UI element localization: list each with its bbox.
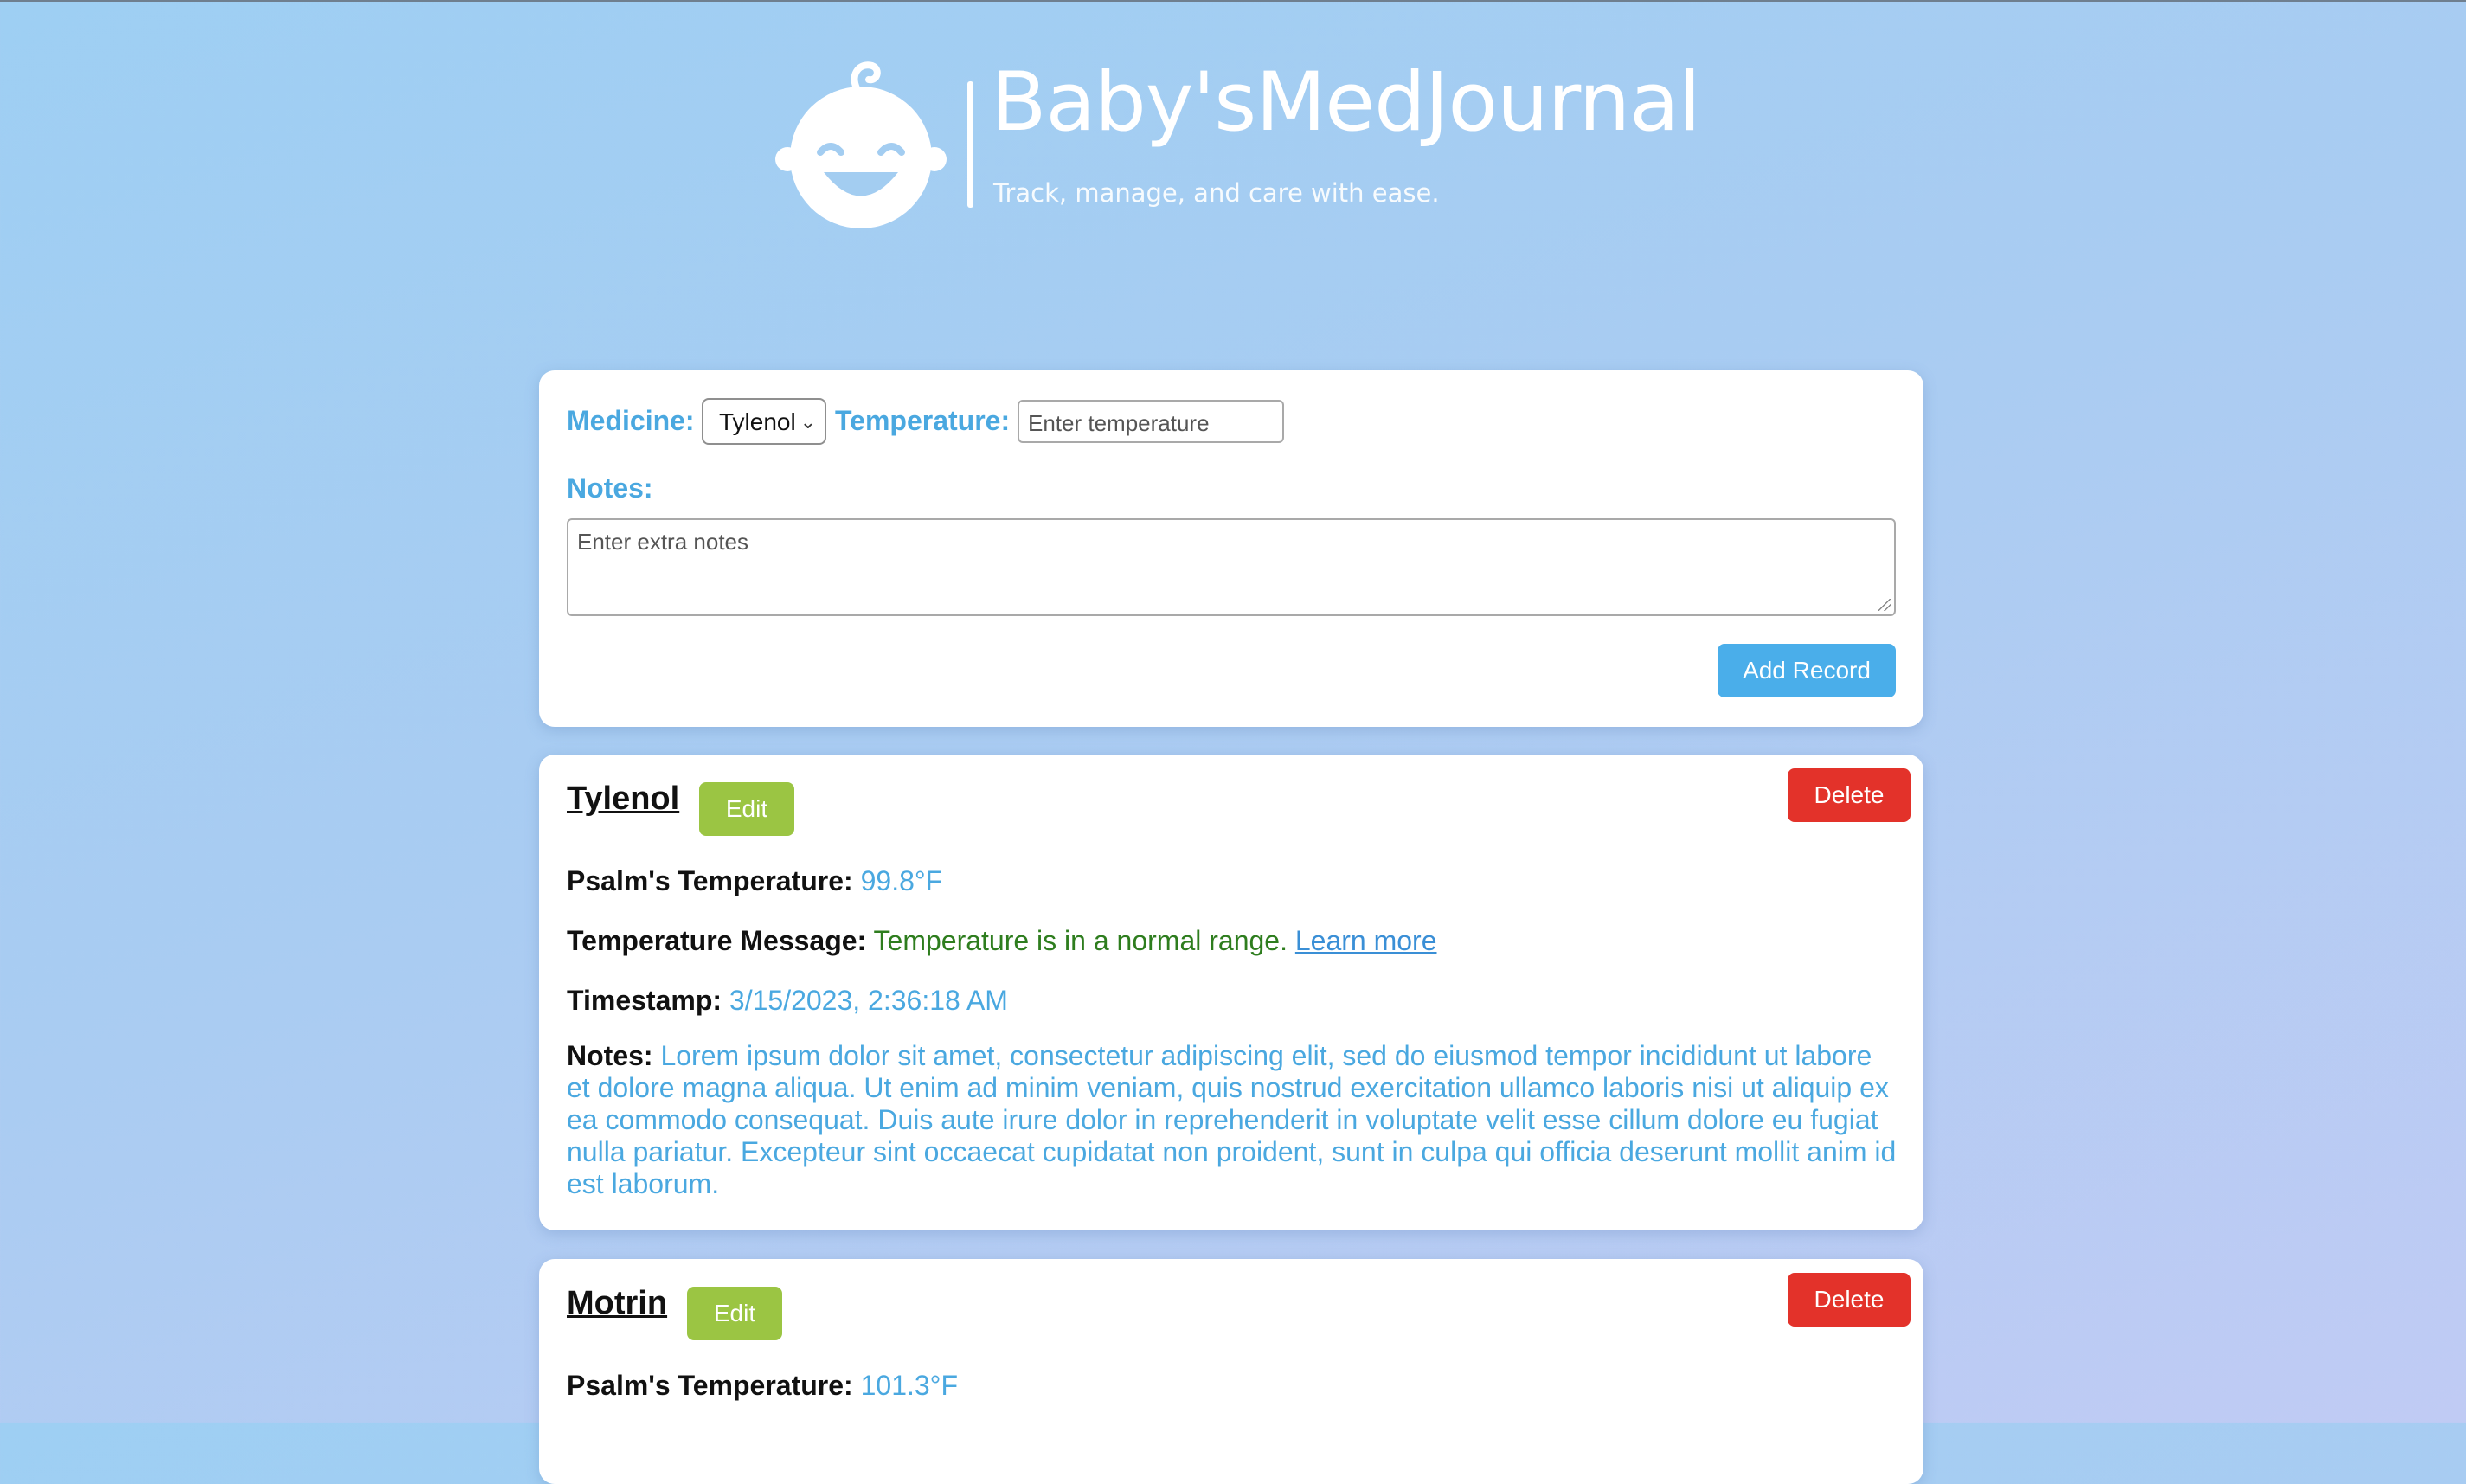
baby-face-icon bbox=[775, 61, 947, 228]
brand-title: Baby'sMedJournal bbox=[991, 55, 1701, 150]
medicine-select[interactable]: Tylenol ⌄ bbox=[702, 398, 826, 445]
brand-tagline: Track, manage, and care with ease. bbox=[993, 178, 1440, 208]
delete-button[interactable]: Delete bbox=[1788, 768, 1911, 822]
notes-label: Notes: bbox=[567, 472, 653, 504]
add-record-button[interactable]: Add Record bbox=[1718, 644, 1896, 697]
timestamp-value: 3/15/2023, 2:36:18 AM bbox=[729, 985, 1008, 1016]
temperature-value: 101.3°F bbox=[860, 1370, 959, 1401]
temperature-value: 99.8°F bbox=[860, 865, 943, 896]
record-medicine-title: Motrin bbox=[567, 1285, 668, 1321]
header-divider bbox=[967, 81, 973, 208]
medicine-select-value: Tylenol bbox=[719, 408, 796, 435]
notes-textarea[interactable]: Enter extra notes bbox=[567, 518, 1896, 616]
learn-more-link[interactable]: Learn more bbox=[1295, 925, 1437, 956]
edit-button[interactable]: Edit bbox=[687, 1287, 782, 1340]
medicine-label: Medicine: bbox=[567, 405, 695, 436]
temperature-message-label: Temperature Message: bbox=[567, 925, 867, 956]
temperature-row-label: Psalm's Temperature: bbox=[567, 1370, 853, 1401]
delete-button[interactable]: Delete bbox=[1788, 1273, 1911, 1327]
record-notes-value: Lorem ipsum dolor sit amet, consectetur … bbox=[567, 1040, 1897, 1199]
temperature-row: Psalm's Temperature: 101.3°F bbox=[567, 1370, 958, 1402]
timestamp-row: Timestamp: 3/15/2023, 2:36:18 AM bbox=[567, 985, 1008, 1017]
new-record-form: Medicine: Tylenol ⌄ Temperature: Enter t… bbox=[539, 370, 1923, 727]
resize-handle-icon[interactable] bbox=[1878, 599, 1891, 611]
app-header: Baby'sMedJournal Track, manage, and care… bbox=[0, 2, 2466, 261]
temperature-label: Temperature: bbox=[835, 405, 1011, 436]
record-notes-label: Notes: bbox=[567, 1040, 653, 1071]
temperature-message-row: Temperature Message: Temperature is in a… bbox=[567, 925, 1437, 957]
notes-placeholder: Enter extra notes bbox=[577, 529, 748, 555]
edit-button[interactable]: Edit bbox=[699, 782, 794, 836]
temperature-row: Psalm's Temperature: 99.8°F bbox=[567, 865, 942, 897]
chevron-down-icon: ⌄ bbox=[800, 411, 816, 433]
timestamp-label: Timestamp: bbox=[567, 985, 722, 1016]
temperature-input[interactable]: Enter temperature bbox=[1018, 400, 1284, 443]
record-card: Tylenol Edit Delete Psalm's Temperature:… bbox=[539, 755, 1923, 1230]
notes-row: Notes: Lorem ipsum dolor sit amet, conse… bbox=[567, 1040, 1899, 1200]
record-medicine-title: Tylenol bbox=[567, 781, 680, 817]
record-card: Motrin Edit Delete Psalm's Temperature: … bbox=[539, 1259, 1923, 1484]
temperature-message-value: Temperature is in a normal range. bbox=[873, 925, 1288, 956]
temperature-row-label: Psalm's Temperature: bbox=[567, 865, 853, 896]
